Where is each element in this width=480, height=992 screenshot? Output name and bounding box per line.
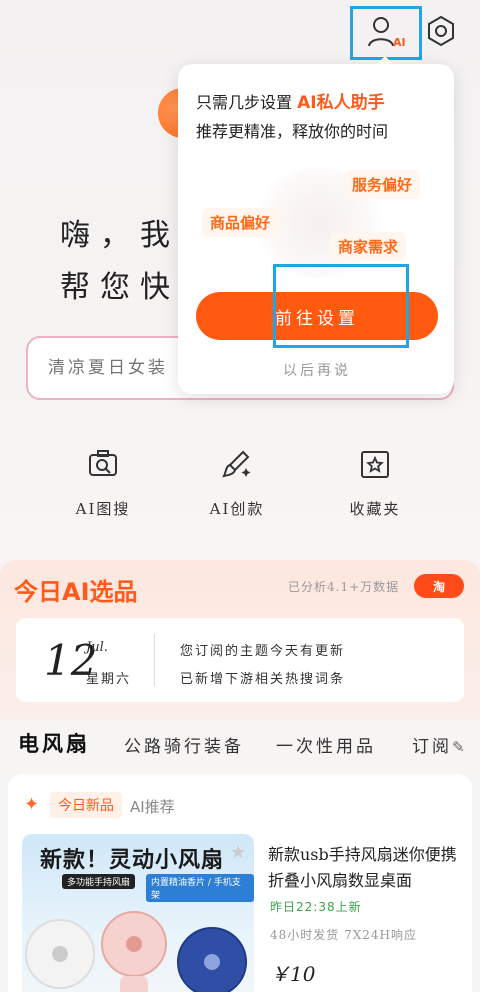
- ai-assistant-button[interactable]: AI: [350, 6, 422, 60]
- product-time: 昨日22:38上新: [270, 900, 362, 914]
- later-button[interactable]: 以后再说: [196, 360, 438, 380]
- tab-electric-fan[interactable]: 电风扇: [18, 728, 90, 758]
- popup-line1-highlight: AI私人助手: [297, 93, 385, 113]
- highlight-box: [273, 264, 409, 348]
- brush-sparkle-icon: [219, 446, 255, 482]
- svg-text:AI: AI: [393, 36, 406, 49]
- hexagon-settings-icon: [428, 15, 454, 47]
- fan-illustration: [25, 911, 247, 992]
- camera-search-icon: [85, 446, 121, 482]
- tool-ai-image-search[interactable]: AI图搜: [58, 446, 148, 519]
- settings-button[interactable]: [420, 10, 462, 52]
- ai-user-icon: AI: [368, 17, 406, 49]
- pref-service-tag: 服务偏好: [344, 170, 421, 199]
- analyzed-count: 已分析4.1+万数据: [288, 580, 400, 594]
- sparkle-icon: ✦: [24, 794, 40, 815]
- popup-line2: 推荐更精准，释放你的时间: [196, 122, 389, 141]
- subscribe-label: 订阅: [412, 737, 452, 757]
- product-image[interactable]: 新款！灵动小风扇 多功能手持风扇 内置精油香片 / 手机支架: [22, 834, 254, 992]
- product-price: ￥10: [270, 962, 316, 986]
- update-line2: 已新增下游相关热搜词条: [180, 672, 346, 687]
- tool-label: 收藏夹: [349, 500, 401, 518]
- tool-ai-create[interactable]: AI创款: [192, 446, 282, 519]
- date-month: Jul.: [86, 640, 108, 655]
- product-title[interactable]: 新款usb手持风扇迷你便携折叠小风扇数显桌面: [268, 842, 464, 894]
- pref-merchant-tag: 商家需求: [330, 232, 407, 261]
- today-title: 今日AI选品: [14, 578, 138, 606]
- date-weekday: 星期六: [86, 672, 132, 687]
- product-shipping: 48小时发货 7X24H响应: [270, 928, 417, 942]
- new-product-badge: 今日新品: [50, 792, 122, 818]
- subscribe-button[interactable]: 订阅✎: [412, 732, 468, 757]
- pref-product-tag: 商品偏好: [202, 208, 279, 237]
- edit-icon: ✎: [452, 738, 468, 756]
- popup-line1-prefix: 只需几步设置: [196, 93, 293, 112]
- tab-disposables[interactable]: 一次性用品: [276, 732, 376, 757]
- ai-recommend-label: AI推荐: [130, 798, 175, 816]
- image-subtitle1: 多功能手持风扇: [62, 874, 136, 889]
- image-title: 新款！灵动小风扇: [40, 848, 225, 873]
- tool-favorites[interactable]: 收藏夹: [330, 446, 420, 519]
- logo-text: 淘: [432, 579, 445, 594]
- tool-label: AI创款: [209, 500, 265, 518]
- divider: [154, 634, 155, 686]
- taobao-logo: 淘: [414, 574, 464, 598]
- update-line1: 您订阅的主题今天有更新: [180, 644, 346, 659]
- tool-label: AI图搜: [75, 500, 131, 518]
- star-folder-icon: [357, 446, 393, 482]
- tab-road-cycling[interactable]: 公路骑行装备: [124, 732, 244, 757]
- popup-line1: 只需几步设置 AI私人助手: [196, 88, 385, 113]
- favorite-star-icon[interactable]: ★: [230, 842, 246, 863]
